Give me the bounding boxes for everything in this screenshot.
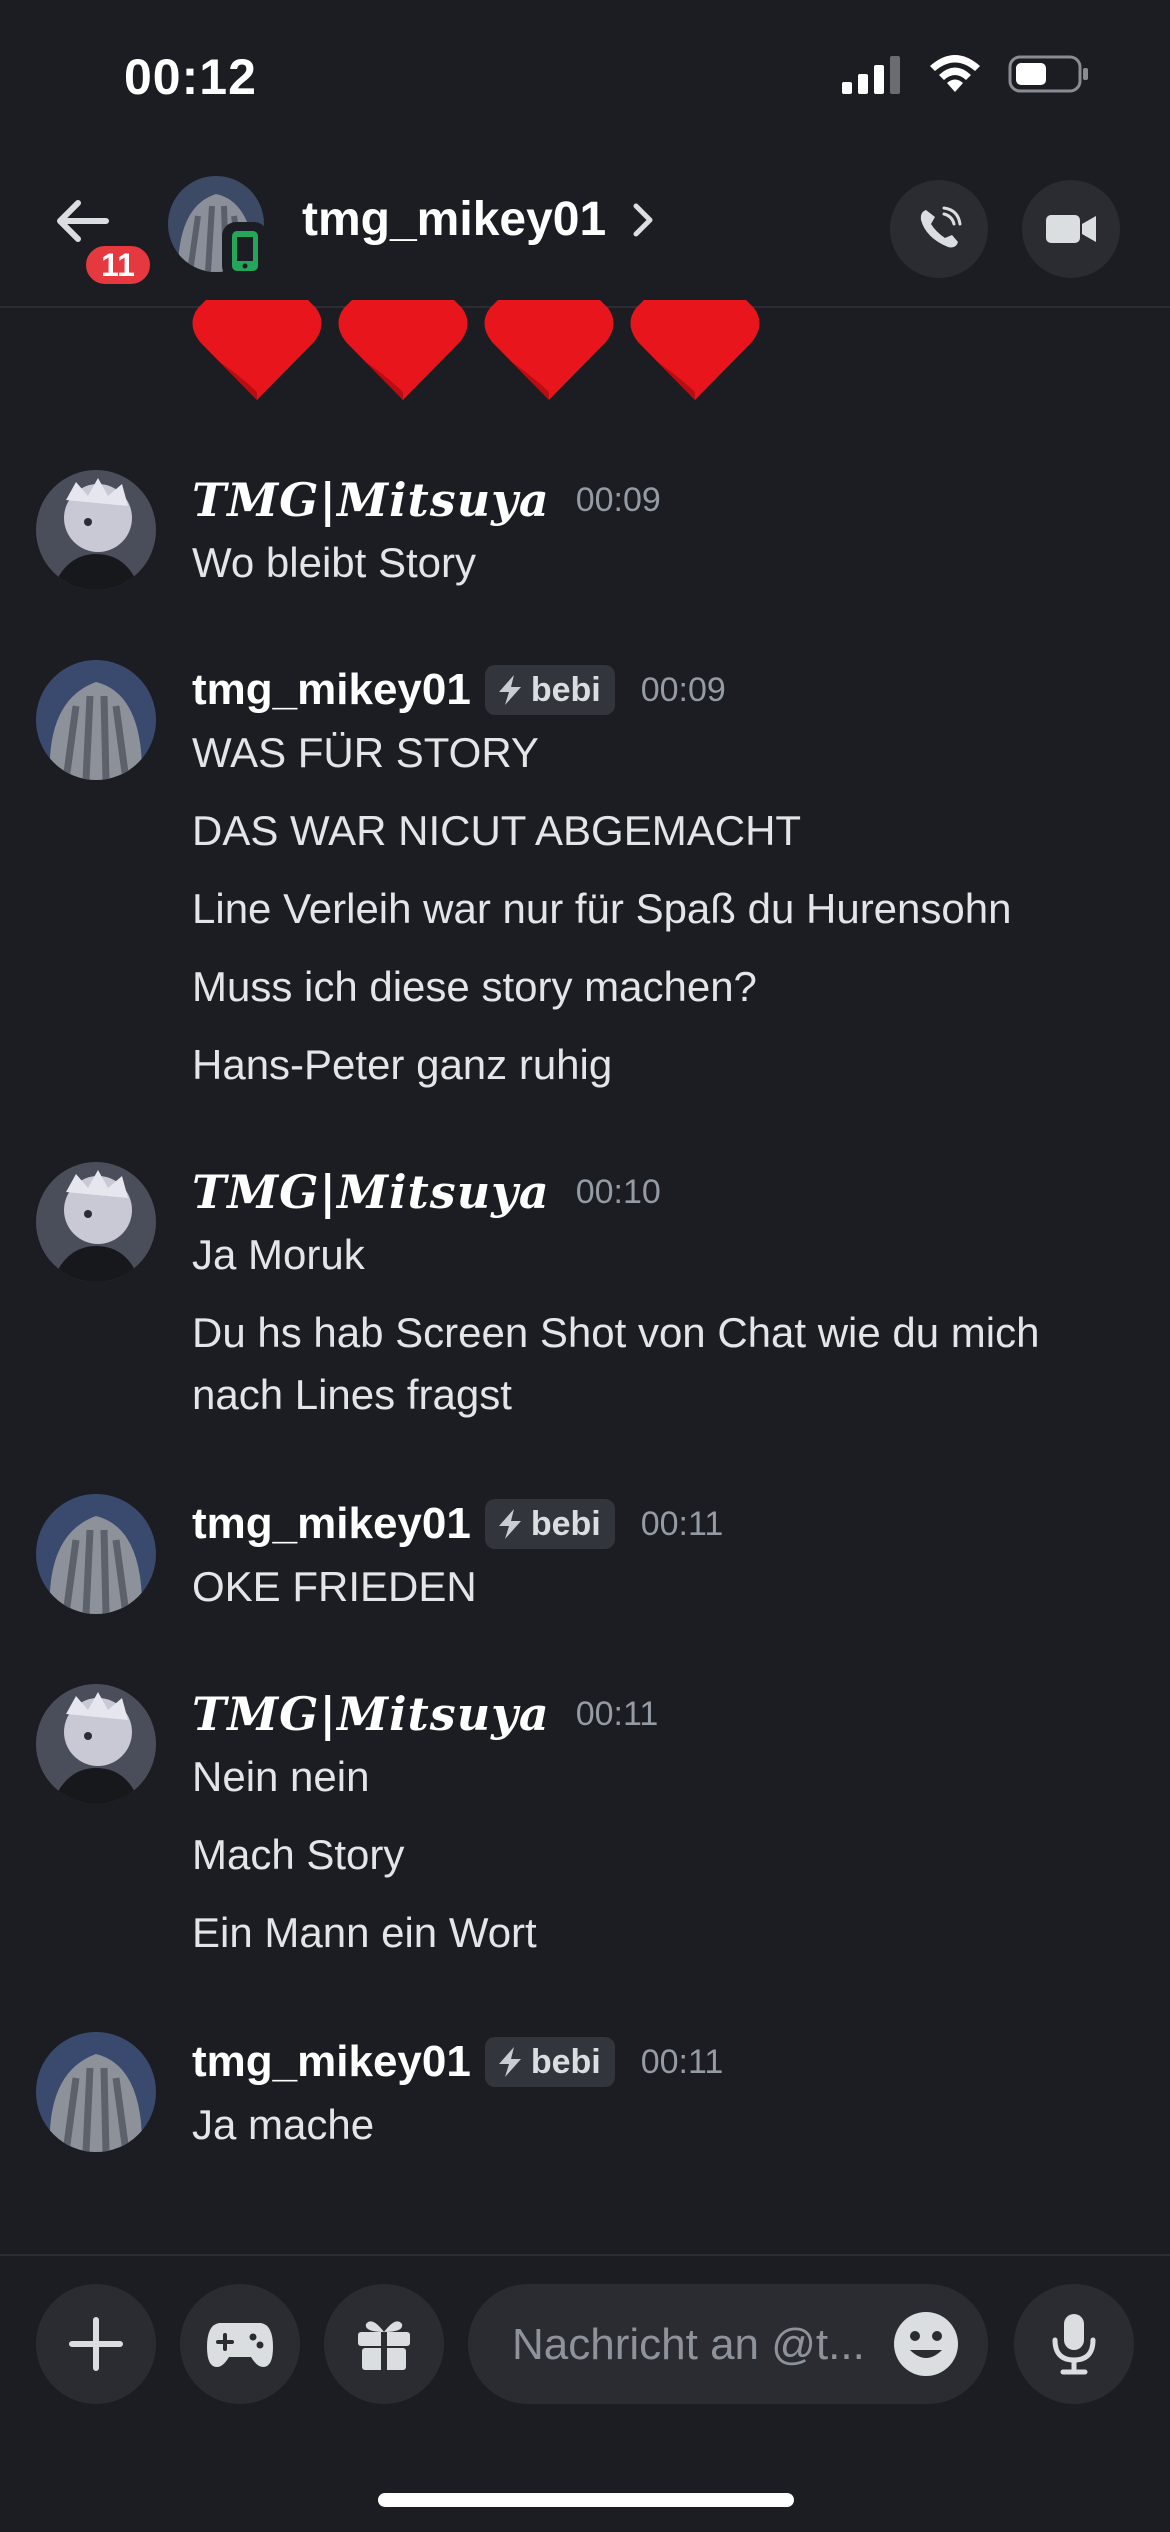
- timestamp: 00:11: [575, 1694, 659, 1733]
- avatar[interactable]: [36, 660, 156, 780]
- author-tag[interactable]: bebi: [484, 665, 615, 715]
- message-text: Du hs hab Screen Shot von Chat wie du mi…: [192, 1309, 1040, 1418]
- message-text: Hans-Peter ganz ruhig: [192, 1041, 613, 1088]
- message-header: 𝑻𝑴𝑮|𝑴𝒊𝒕𝒔𝒖𝒚𝒂 00:11: [192, 1684, 658, 1744]
- voice-call-icon: [920, 206, 962, 248]
- author-name[interactable]: 𝑻𝑴𝑮|𝑴𝒊𝒕𝒔𝒖𝒚𝒂: [192, 473, 550, 527]
- video-call-button[interactable]: [1022, 180, 1120, 278]
- heart-emoji: [192, 300, 322, 400]
- timestamp: 00:09: [575, 480, 661, 519]
- author-name[interactable]: 𝑻𝑴𝑮|𝑴𝒊𝒕𝒔𝒖𝒚𝒂: [192, 1687, 550, 1741]
- voice-call-button[interactable]: [890, 180, 988, 278]
- dm-header: 11 tmg_mikey01: [0, 170, 1170, 308]
- message-header: tmg_mikey01 bebi 00:09: [192, 660, 726, 720]
- avatar[interactable]: [36, 1494, 156, 1614]
- author-name[interactable]: 𝑻𝑴𝑮|𝑴𝒊𝒕𝒔𝒖𝒚𝒂: [192, 1165, 550, 1219]
- attach-button[interactable]: [36, 2284, 156, 2404]
- channel-name[interactable]: tmg_mikey01: [302, 192, 606, 247]
- avatar[interactable]: [36, 470, 156, 590]
- mobile-status-indicator: [222, 222, 268, 280]
- wifi-icon: [930, 55, 980, 92]
- chevron-right-icon[interactable]: [632, 200, 656, 240]
- gamepad-icon: [207, 2323, 273, 2367]
- battery-icon: [1008, 55, 1088, 93]
- heart-emoji: [484, 300, 614, 400]
- message-header: 𝑻𝑴𝑮|𝑴𝒊𝒕𝒔𝒖𝒚𝒂 00:09: [192, 470, 661, 530]
- timestamp: 00:11: [640, 1504, 724, 1543]
- apps-button[interactable]: [180, 2284, 300, 2404]
- gift-button[interactable]: [324, 2284, 444, 2404]
- message-text: WAS FÜR STORY: [192, 729, 539, 776]
- avatar[interactable]: [36, 1162, 156, 1282]
- message-lines: Wo bleibt Story: [192, 532, 1122, 610]
- message-text: Line Verleih war nur für Spaß du Hurenso…: [192, 885, 1012, 932]
- author-name[interactable]: tmg_mikey01: [192, 665, 471, 715]
- heart-emoji: [630, 300, 760, 400]
- message-text: Nein nein: [192, 1753, 370, 1800]
- signal-icon: [842, 56, 900, 94]
- status-time: 00:12: [124, 49, 257, 105]
- message-input[interactable]: Nachricht an @t...: [468, 2284, 988, 2404]
- message-composer: Nachricht an @t...: [0, 2254, 1170, 2432]
- message-text: Ja mache: [192, 2101, 375, 2148]
- tag-label: bebi: [530, 2042, 601, 2081]
- message-input-placeholder: Nachricht an @t...: [512, 2320, 865, 2369]
- dm-screen: 00:12 11 tmg_mikey01 𝑻𝑴𝑮|𝑴𝒊𝒕𝒔𝒖𝒚𝒂 00:09 W…: [0, 0, 1170, 2532]
- heart-emoji: [338, 300, 468, 400]
- author-tag[interactable]: bebi: [484, 2037, 615, 2087]
- timestamp: 00:09: [640, 670, 726, 709]
- message-lines: Ja Moruk Du hs hab Screen Shot von Chat …: [192, 1224, 1122, 1442]
- avatar[interactable]: [36, 1684, 156, 1804]
- message-lines: OKE FRIEDEN: [192, 1556, 1122, 1634]
- message-header: tmg_mikey01 bebi 00:11: [192, 1494, 723, 1554]
- author-name[interactable]: tmg_mikey01: [192, 2037, 471, 2087]
- unread-badge: 11: [80, 240, 156, 290]
- message-lines: Nein nein Mach Story Ein Mann ein Wort: [192, 1746, 1122, 1980]
- plus-icon: [69, 2317, 123, 2371]
- message-lines: WAS FÜR STORY DAS WAR NICUT ABGEMACHT Li…: [192, 722, 1122, 1112]
- message-text: Muss ich diese story machen?: [192, 963, 757, 1010]
- message-text: Wo bleibt Story: [192, 539, 477, 586]
- tag-label: bebi: [530, 1504, 601, 1543]
- status-icons: [842, 54, 1090, 94]
- microphone-icon: [1052, 2314, 1096, 2375]
- lightning-icon: [498, 1509, 521, 1539]
- message-text: Ja Moruk: [192, 1231, 365, 1278]
- avatar[interactable]: [36, 2032, 156, 2152]
- message-text: Mach Story: [192, 1831, 405, 1878]
- hearts-emoji-row: [190, 296, 762, 404]
- message-header: 𝑻𝑴𝑮|𝑴𝒊𝒕𝒔𝒖𝒚𝒂 00:10: [192, 1162, 661, 1222]
- message-header: tmg_mikey01 bebi 00:11: [192, 2032, 723, 2092]
- author-name[interactable]: tmg_mikey01: [192, 1499, 471, 1549]
- timestamp: 00:11: [640, 2042, 724, 2081]
- message-text: Ein Mann ein Wort: [192, 1909, 537, 1956]
- message-text: DAS WAR NICUT ABGEMACHT: [192, 807, 802, 854]
- home-indicator[interactable]: [378, 2493, 794, 2507]
- video-call-icon: [1046, 215, 1096, 243]
- mobile-phone-icon: [232, 231, 258, 271]
- timestamp: 00:10: [575, 1172, 661, 1211]
- voice-message-button[interactable]: [1014, 2284, 1134, 2404]
- gift-icon: [358, 2321, 410, 2370]
- emoji-icon[interactable]: [892, 2310, 960, 2378]
- author-tag[interactable]: bebi: [484, 1499, 615, 1549]
- back-arrow-icon: [57, 200, 109, 242]
- lightning-icon: [498, 2047, 521, 2077]
- message-lines: Ja mache: [192, 2094, 1122, 2172]
- lightning-icon: [498, 675, 521, 705]
- tag-label: bebi: [530, 670, 601, 709]
- message-text: OKE FRIEDEN: [192, 1563, 477, 1610]
